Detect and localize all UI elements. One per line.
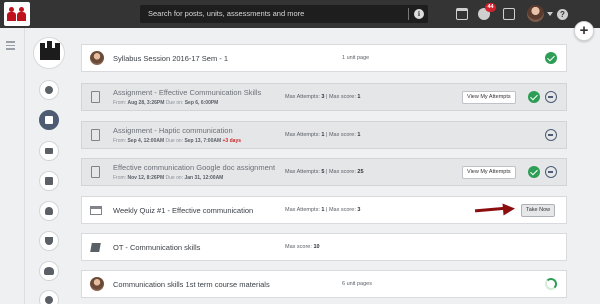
- calendar-icon[interactable]: [456, 8, 468, 20]
- attempt-info: Max Attempts: 5 | Max score: 25: [285, 169, 364, 175]
- list-item[interactable]: Effective communication Google doc assig…: [81, 158, 567, 186]
- chevron-down-icon[interactable]: [547, 12, 553, 16]
- attempt-info: Max Attempts: 3 | Max score: 1: [285, 94, 361, 100]
- list-item[interactable]: Assignment - Haptic communication From: …: [81, 121, 567, 149]
- sidebar-item-badges[interactable]: [39, 231, 59, 251]
- collapse-icon[interactable]: [545, 166, 557, 178]
- info-icon[interactable]: i: [414, 9, 424, 19]
- item-title[interactable]: Effective communication Google doc assig…: [113, 163, 275, 172]
- pencil-icon: [90, 243, 101, 252]
- list-item[interactable]: OT - Communication skills Max score: 10: [81, 233, 567, 261]
- item-title[interactable]: Assignment - Effective Communication Ski…: [113, 88, 261, 97]
- app-logo[interactable]: [4, 2, 30, 26]
- user-icon: [45, 207, 53, 215]
- notification-badge: 44: [485, 3, 496, 12]
- hamburger-menu-icon[interactable]: [6, 41, 15, 52]
- notes-icon[interactable]: [503, 8, 515, 20]
- author-avatar: [90, 51, 104, 65]
- unit-page-count: 6 unit pages: [342, 281, 372, 287]
- checkbox-icon: [45, 177, 53, 185]
- item-dates: From: Aug 28, 3:26PM Due on: Sep 6, 6:00…: [113, 100, 219, 106]
- item-title[interactable]: Assignment - Haptic communication: [113, 126, 233, 135]
- group-icon: [44, 267, 54, 275]
- list-item[interactable]: Communication skills 1st term course mat…: [81, 270, 567, 298]
- complete-check-icon: [528, 166, 540, 178]
- document-icon: [91, 166, 100, 178]
- chat-bubble-icon: [45, 86, 53, 94]
- sidebar-item-grades[interactable]: [39, 171, 59, 191]
- search-divider: [408, 8, 409, 20]
- sidebar-item-groups[interactable]: [39, 261, 59, 281]
- add-button[interactable]: +: [574, 21, 594, 41]
- item-title[interactable]: OT - Communication skills: [113, 243, 200, 252]
- user-avatar[interactable]: [527, 5, 544, 22]
- attempt-info: Max Attempts: 1 | Max score: 3: [285, 207, 361, 213]
- unit-page-count: 1 unit page: [342, 55, 370, 61]
- complete-check-icon: [545, 52, 557, 64]
- document-icon: [91, 91, 100, 103]
- help-icon[interactable]: ?: [557, 9, 568, 20]
- view-my-attempts-button[interactable]: View My Attempts: [462, 166, 516, 179]
- take-now-button[interactable]: Take Now: [521, 204, 556, 217]
- list-item[interactable]: Syllabus Session 2016-17 Sem - 1 1 unit …: [81, 44, 567, 72]
- item-title[interactable]: Syllabus Session 2016-17 Sem - 1: [113, 54, 228, 63]
- annotation-arrow-head: [502, 202, 516, 216]
- quiz-icon: [90, 206, 102, 215]
- school-logo[interactable]: [33, 37, 65, 69]
- list-item[interactable]: Assignment - Effective Communication Ski…: [81, 83, 567, 111]
- view-my-attempts-button[interactable]: View My Attempts: [462, 91, 516, 104]
- sidebar-item-materials[interactable]: [39, 110, 59, 130]
- score-info: Max score: 10: [285, 244, 320, 250]
- rail-divider: [24, 28, 25, 304]
- trophy-icon: [45, 237, 53, 245]
- author-avatar: [90, 277, 104, 291]
- info-circle-icon: [45, 296, 53, 304]
- sidebar-item-updates[interactable]: [39, 80, 59, 100]
- complete-check-icon: [528, 91, 540, 103]
- item-title[interactable]: Weekly Quiz #1 - Effective communication: [113, 206, 253, 215]
- collapse-icon[interactable]: [545, 129, 557, 141]
- document-icon: [91, 129, 100, 141]
- search-bar[interactable]: Search for posts, units, assessments and…: [140, 5, 428, 23]
- search-input[interactable]: Search for posts, units, assessments and…: [148, 9, 304, 18]
- top-bar: Search for posts, units, assessments and…: [0, 0, 600, 28]
- keyboard-icon: [45, 148, 53, 154]
- progress-ring-icon: [545, 278, 557, 290]
- sidebar-item-info[interactable]: [39, 290, 59, 304]
- collapse-icon[interactable]: [545, 91, 557, 103]
- item-dates: From: Sep 4, 12:00AM Due on: Sep 13, 7:0…: [113, 138, 242, 144]
- item-dates: From: Nov 12, 8:26PM Due on: Jan 31, 12:…: [113, 175, 224, 181]
- attempt-info: Max Attempts: 1 | Max score: 1: [285, 132, 361, 138]
- item-title[interactable]: Communication skills 1st term course mat…: [113, 280, 270, 289]
- sidebar-item-courses[interactable]: [39, 141, 59, 161]
- sidebar-item-profile[interactable]: [39, 201, 59, 221]
- folder-icon: [45, 116, 53, 124]
